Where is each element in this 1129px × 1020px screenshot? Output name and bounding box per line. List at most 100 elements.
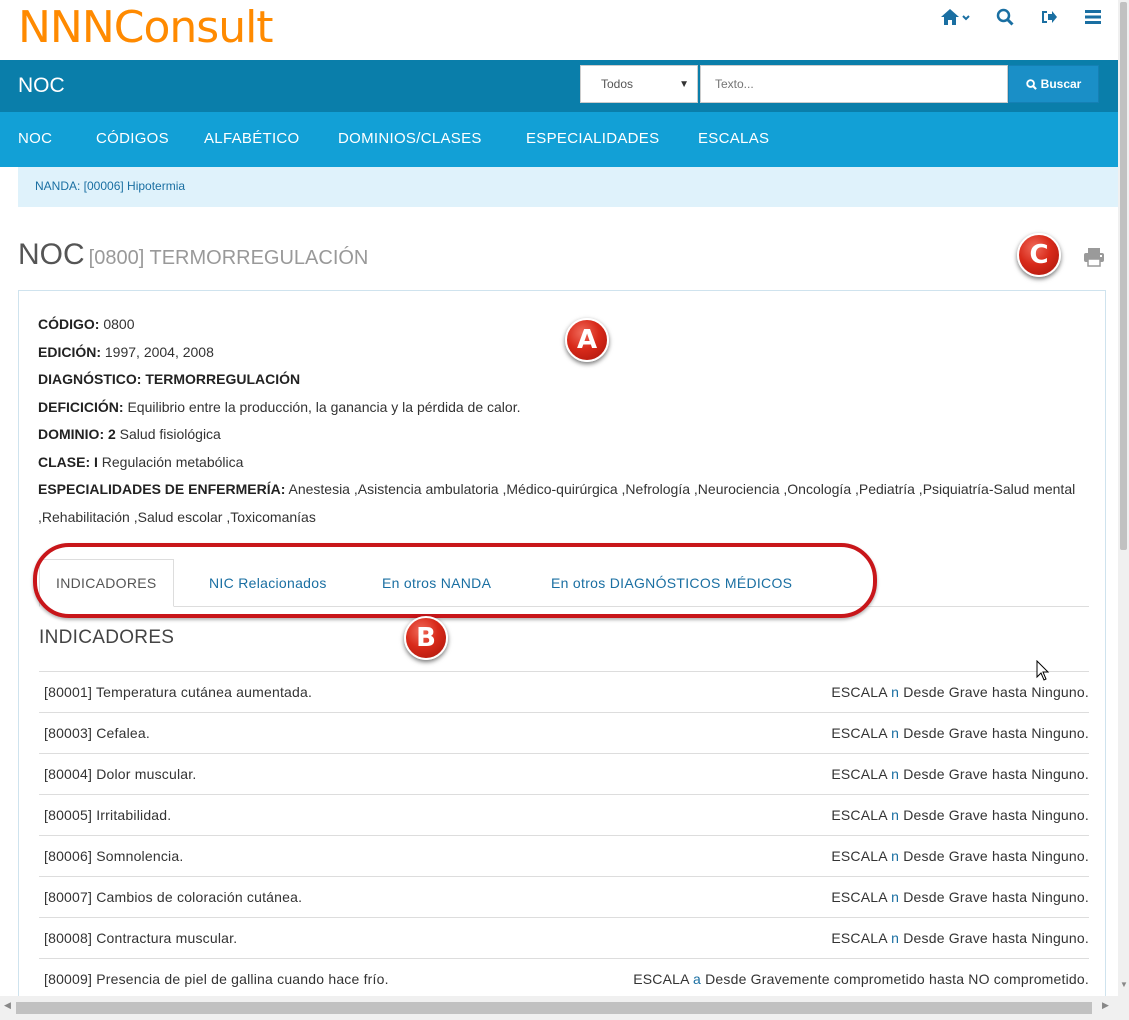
search-category-value: Todos <box>601 77 634 91</box>
nav-item-noc[interactable]: NOC <box>18 130 52 147</box>
page-title-main: NOC <box>18 238 85 271</box>
indicator-scale: ESCALA n Desde Grave hasta Ninguno. <box>831 930 1089 946</box>
search-icon <box>1025 78 1037 90</box>
indicator-scale: ESCALA n Desde Grave hasta Ninguno. <box>831 889 1089 905</box>
search-button-label: Buscar <box>1040 77 1082 91</box>
main-nav: NOC CÓDIGOS ALFABÉTICO DOMINIOS/CLASES E… <box>0 112 1118 167</box>
menu-icon[interactable] <box>1084 9 1102 25</box>
diagnostico-label: DIAGNÓSTICO: <box>38 371 142 387</box>
dominio-label: DOMINIO: 2 <box>38 426 116 442</box>
indicator-scale-letter[interactable]: n <box>891 930 899 946</box>
mouse-cursor-icon <box>1036 659 1050 687</box>
indicator-scale-prefix: ESCALA <box>831 766 888 782</box>
dominio-value: Salud fisiológica <box>119 426 221 442</box>
indicator-scale-prefix: ESCALA <box>831 930 888 946</box>
indicator-scale: ESCALA n Desde Grave hasta Ninguno. <box>831 725 1089 741</box>
indicator-name: [80005] Irritabilidad. <box>44 807 172 823</box>
search-input[interactable] <box>700 65 1008 103</box>
indicator-scale-text: Desde Grave hasta Ninguno. <box>903 684 1089 700</box>
indicator-name: [80009] Presencia de piel de gallina cua… <box>44 971 389 987</box>
codigo-label: CÓDIGO: <box>38 316 100 332</box>
edicion-label: EDICIÓN: <box>38 343 101 360</box>
clase-row: CLASE: I Regulación metabólica <box>38 449 1088 477</box>
indicator-scale: ESCALA n Desde Grave hasta Ninguno. <box>831 684 1089 700</box>
indicator-scale-text: Desde Grave hasta Ninguno. <box>903 848 1089 864</box>
breadcrumb-link[interactable]: NANDA: [00006] Hipotermia <box>35 179 185 193</box>
indicator-scale-prefix: ESCALA <box>831 889 888 905</box>
especialidades-label: ESPECIALIDADES DE ENFERMERÍA: <box>38 481 286 497</box>
indicator-scale-letter[interactable]: n <box>891 807 899 823</box>
indicator-name: [80008] Contractura muscular. <box>44 930 238 946</box>
indicator-scale-letter[interactable]: n <box>891 684 899 700</box>
vertical-scrollbar[interactable]: ▼ <box>1118 0 1129 996</box>
indicator-scale-letter[interactable]: n <box>891 889 899 905</box>
indicator-scale-letter[interactable]: n <box>891 725 899 741</box>
scroll-down-arrow-icon[interactable]: ▼ <box>1120 980 1128 989</box>
scrollbar-corner <box>1118 996 1129 1020</box>
nav-item-especialidades[interactable]: ESPECIALIDADES <box>526 130 659 147</box>
indicator-row: [80008] Contractura muscular. ESCALA n De… <box>39 917 1089 958</box>
indicator-scale-text: Desde Grave hasta Ninguno. <box>903 889 1089 905</box>
vertical-scrollbar-thumb[interactable] <box>1120 2 1127 550</box>
page: NNNConsult NOC Todos ▼ Texto... Buscar N… <box>0 0 1118 996</box>
indicator-scale-letter[interactable]: n <box>891 766 899 782</box>
scroll-left-arrow-icon[interactable]: ◀ <box>4 1000 11 1011</box>
detail-info: CÓDIGO: 0800 EDICIÓN: 1997, 2004, 2008 D… <box>38 311 1088 531</box>
search-button[interactable]: Buscar <box>1008 65 1099 103</box>
indicator-row: [80004] Dolor muscular. ESCALA n Desde Gr… <box>39 753 1089 794</box>
indicator-scale-text: Desde Grave hasta Ninguno. <box>903 930 1089 946</box>
brand-logo[interactable]: NNNConsult <box>18 2 274 53</box>
breadcrumb: NANDA: [00006] Hipotermia <box>18 167 1118 207</box>
indicator-scale-text: Desde Grave hasta Ninguno. <box>903 766 1089 782</box>
sign-out-icon[interactable] <box>1040 9 1058 25</box>
indicators-list: [80001] Temperatura cutánea aumentada. ES… <box>39 671 1089 996</box>
especialidades-row: ESPECIALIDADES DE ENFERMERÍA: Anestesia … <box>38 476 1088 531</box>
indicator-scale: ESCALA a Desde Gravemente comprometido h… <box>633 971 1089 987</box>
indicator-scale-prefix: ESCALA <box>831 848 888 864</box>
home-icon[interactable] <box>940 8 970 26</box>
annotation-badge-b: B <box>404 616 448 660</box>
indicator-scale: ESCALA n Desde Grave hasta Ninguno. <box>831 766 1089 782</box>
caret-down-icon: ▼ <box>679 79 689 90</box>
top-icons <box>940 8 1102 26</box>
codigo-value: 0800 <box>103 316 135 332</box>
search-category-select[interactable]: Todos ▼ <box>580 65 698 103</box>
indicator-scale-prefix: ESCALA <box>831 684 888 700</box>
indicator-row: [80005] Irritabilidad. ESCALA n Desde Gra… <box>39 794 1089 835</box>
scroll-right-arrow-icon[interactable]: ▶ <box>1102 1000 1109 1011</box>
annotation-badge-a: A <box>565 318 609 362</box>
indicator-scale-prefix: ESCALA <box>831 725 888 741</box>
horizontal-scrollbar[interactable]: ◀ ▶ <box>0 996 1118 1020</box>
indicator-scale-letter[interactable]: n <box>891 848 899 864</box>
search-icon[interactable] <box>996 8 1014 26</box>
indicator-name: [80004] Dolor muscular. <box>44 766 197 782</box>
top-header: NNNConsult <box>0 0 1118 60</box>
indicator-scale: ESCALA n Desde Grave hasta Ninguno. <box>831 848 1089 864</box>
clase-value: Regulación metabólica <box>101 453 244 470</box>
indicator-scale-text: Desde Grave hasta Ninguno. <box>903 807 1089 823</box>
horizontal-scrollbar-thumb[interactable] <box>16 1002 1092 1014</box>
edicion-value: 1997, 2004, 2008 <box>104 343 214 360</box>
nav-item-codigos[interactable]: CÓDIGOS <box>96 130 169 147</box>
nav-item-dominios-clases[interactable]: DOMINIOS/CLASES <box>338 130 482 147</box>
indicator-row: [80009] Presencia de piel de gallina cua… <box>39 958 1089 996</box>
nav-item-alfabetico[interactable]: ALFABÉTICO <box>204 130 300 147</box>
indicator-scale-prefix: ESCALA <box>633 971 689 987</box>
dominio-row: DOMINIO: 2 Salud fisiológica <box>38 421 1088 449</box>
annotation-ring-tabs <box>33 543 877 618</box>
indicator-name: [80006] Somnolencia. <box>44 848 184 864</box>
edicion-row: EDICIÓN: 1997, 2004, 2008 <box>38 339 1088 367</box>
clase-label: CLASE: I <box>38 453 98 470</box>
indicator-scale-text: Desde Gravemente comprometido hasta NO c… <box>705 971 1089 987</box>
print-icon[interactable] <box>1083 247 1105 272</box>
indicator-scale-letter[interactable]: a <box>693 971 701 987</box>
indicator-name: [80007] Cambios de coloración cutánea. <box>44 889 303 905</box>
indicator-scale-text: Desde Grave hasta Ninguno. <box>903 725 1089 741</box>
indicator-row: [80006] Somnolencia. ESCALA n Desde Grave… <box>39 835 1089 876</box>
page-title-subtitle: [0800] TERMORREGULACIÓN <box>88 247 369 269</box>
indicator-name: [80001] Temperatura cutánea aumentada. <box>44 684 313 700</box>
indicator-scale: ESCALA n Desde Grave hasta Ninguno. <box>831 807 1089 823</box>
deficion-row: DEFICICIÓN: Equilibrio entre la producci… <box>38 394 1088 422</box>
nav-item-escalas[interactable]: ESCALAS <box>698 130 769 147</box>
detail-panel: CÓDIGO: 0800 EDICIÓN: 1997, 2004, 2008 D… <box>18 290 1106 996</box>
